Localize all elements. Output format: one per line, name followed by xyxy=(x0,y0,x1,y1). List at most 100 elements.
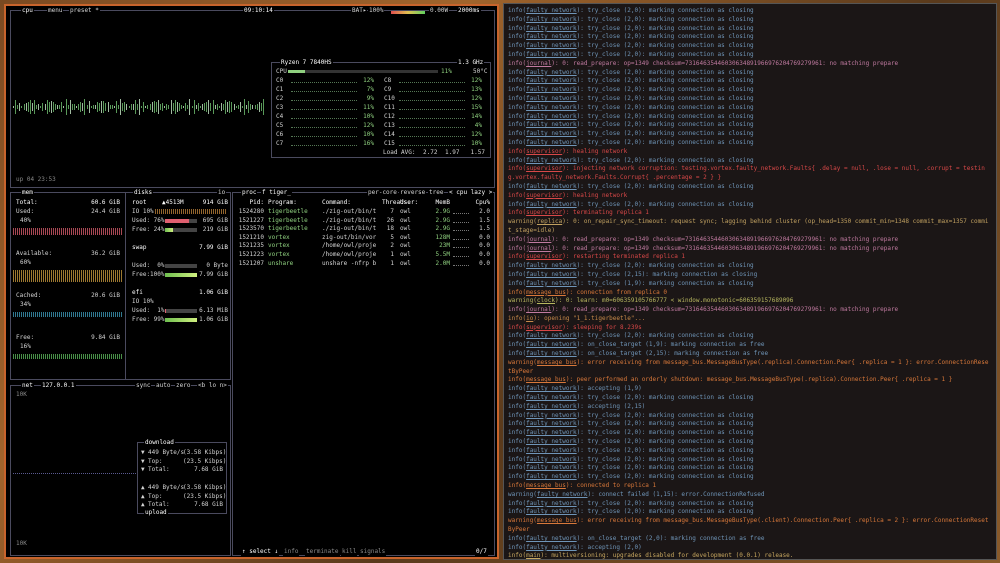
mem-panel: mem Total: 60.6 GiB Used: 24.4 GiB 40% Avai… xyxy=(10,189,231,380)
cpu-graph-bar xyxy=(71,104,73,110)
log-scope: faulty_network xyxy=(526,446,577,454)
proc-column-header[interactable]: Command: xyxy=(321,199,381,207)
sync-toggle[interactable]: sync xyxy=(135,382,152,390)
proc-row[interactable]: 1521210 vortex zig-out/bin/vor 5 owl 128M 0.0 xyxy=(233,234,493,242)
log-level: info xyxy=(508,324,526,331)
log-message: opening "1_1.tigerbeetle"... xyxy=(533,315,645,322)
log-message: 0: learn: m0=606359105766777 < window.mo… xyxy=(555,297,793,304)
log-scope: faulty_network xyxy=(526,420,577,428)
cpu-usage-graph xyxy=(13,91,268,123)
core-graph xyxy=(291,82,357,83)
cpu-model: Ryzen 7 7840HS xyxy=(280,59,333,67)
proc-row[interactable]: 1521223 vortex/home/owl/proje 1 owl 5.5M 0.0 xyxy=(233,251,493,259)
per-core-toggle[interactable]: per-core xyxy=(367,189,398,197)
log-level: info xyxy=(508,385,526,392)
cpu-graph-bar xyxy=(225,100,227,114)
cpu-title[interactable]: cpu xyxy=(21,7,34,15)
log-message: try_close (2,0): marking connection as c… xyxy=(577,104,754,111)
log-scope: message_bus xyxy=(526,288,566,296)
cpu-graph-bar xyxy=(19,103,21,111)
proc-cell: 1.5 xyxy=(479,216,490,224)
reverse-toggle[interactable]: reverse xyxy=(399,189,427,197)
select-hint[interactable]: ↑ select ↓ xyxy=(241,548,280,556)
proc-cell: 23M xyxy=(439,242,450,250)
net-up-icon: ▲ xyxy=(141,484,145,491)
proc-column-header[interactable]: User: xyxy=(399,199,419,207)
sort-selector[interactable]: < cpu lazy > xyxy=(448,189,494,197)
proc-cell: 1521223 xyxy=(238,251,264,258)
log-level: warning xyxy=(508,517,537,524)
proc-column-header[interactable]: MemB xyxy=(429,199,451,207)
proc-cell: 1523570 xyxy=(238,225,264,233)
cpu-graph-bar xyxy=(15,99,17,115)
interface-nav[interactable]: <b lo n> xyxy=(197,382,228,390)
cpu-graph-bar xyxy=(48,101,50,113)
disk-used-label: Used: 76% xyxy=(132,217,165,224)
proc-cell: 1 xyxy=(390,259,394,267)
cpu-total-percent: 11% xyxy=(441,68,452,75)
proc-title[interactable]: proc xyxy=(241,189,258,197)
log-level: info xyxy=(508,394,526,401)
log-level: warning xyxy=(508,491,537,498)
auto-toggle[interactable]: auto xyxy=(155,382,172,390)
core-percent: 10% xyxy=(471,140,482,147)
upload-title: upload xyxy=(144,509,168,517)
proc-cpu-graph xyxy=(453,247,469,249)
proc-row[interactable]: 1524280 tigerbeetle ./zig-out/bin/t 7 owl 2.9… xyxy=(233,208,493,216)
log-line: infofaulty_networktry_close (2,0): marki… xyxy=(508,447,992,456)
signals-button[interactable]: signals xyxy=(359,548,387,556)
log-level: info xyxy=(508,482,526,489)
tree-toggle[interactable]: tree xyxy=(428,189,445,197)
disks-title[interactable]: disks xyxy=(133,189,154,197)
update-interval[interactable]: 2000ms xyxy=(457,7,481,15)
core-label: C13 xyxy=(384,122,395,129)
log-line: infofaulty_networktry_close (2,15): mark… xyxy=(508,271,992,280)
log-scope: faulty_network xyxy=(526,138,577,146)
proc-column-header[interactable]: Cpu% xyxy=(473,199,491,207)
log-line: infofaulty_networktry_close (2,0): marki… xyxy=(508,456,992,465)
log-line: infofaulty_networktry_close (2,0): marki… xyxy=(508,104,992,113)
log-scope: faulty_network xyxy=(526,33,577,41)
menu-button[interactable]: menu xyxy=(47,7,64,15)
log-scope: faulty_network xyxy=(526,438,577,446)
zero-toggle[interactable]: zero xyxy=(175,382,192,390)
proc-column-header[interactable]: Pid: xyxy=(235,199,265,207)
proc-row[interactable]: 1523570 tigerbeetle ./zig-out/bin/t 18 owl 2.… xyxy=(233,225,493,233)
proc-row[interactable]: 1521235 vortex/home/owl/proje 2 owl 23M 0.0 xyxy=(233,242,493,250)
cpu-graph-bar xyxy=(73,104,75,110)
proc-column-header[interactable]: Threads: xyxy=(381,199,411,207)
log-line: infojournal0: read_prepare: op=1349 chec… xyxy=(508,60,992,69)
cpu-graph-bar xyxy=(187,104,189,110)
proc-column-header[interactable]: Program: xyxy=(267,199,317,207)
cpu-graph-bar xyxy=(250,104,252,110)
kill-button[interactable]: kill xyxy=(341,548,358,556)
cpu-graph-bar xyxy=(128,105,130,109)
log-scope: journal xyxy=(526,235,552,243)
log-line: infosupervisorterminating replica 1 xyxy=(508,209,992,218)
cpu-graph-bar xyxy=(31,103,33,111)
proc-row[interactable]: 1521227 tigerbeetle ./zig-out/bin/t 26 owl 2.… xyxy=(233,217,493,225)
proc-cell: vortex xyxy=(268,242,290,250)
log-message: try_close (2,0): marking connection as c… xyxy=(577,113,754,120)
log-level: info xyxy=(508,535,526,542)
log-terminal[interactable]: infofaulty_networktry_close (2,0): marki… xyxy=(503,3,997,560)
proc-row[interactable]: 1521207 unshare unshare -nfrp b 1 owl 2.0M 0.0 xyxy=(233,260,493,268)
log-level: info xyxy=(508,412,526,419)
log-scope: faulty_network xyxy=(526,15,577,23)
proc-cell: 5.5M xyxy=(435,251,450,258)
log-message: peer performed an orderly shutdown: mess… xyxy=(566,376,953,383)
preset-button[interactable]: preset * xyxy=(69,7,100,15)
core-label: C7 xyxy=(276,140,284,147)
disk-used-value: 0 Byte xyxy=(206,262,228,269)
io-tab[interactable]: io xyxy=(217,189,227,197)
info-button[interactable]: info xyxy=(283,548,300,556)
log-scope: faulty_network xyxy=(526,402,577,410)
terminate-button[interactable]: terminate xyxy=(305,548,340,556)
log-level: info xyxy=(508,192,526,199)
cpu-graph-bar xyxy=(126,104,128,110)
net-title[interactable]: net xyxy=(21,382,34,390)
mem-title[interactable]: mem xyxy=(21,189,34,197)
log-message: connect failed (1,15): error.ConnectionR… xyxy=(588,491,765,498)
disk-free-fill xyxy=(165,318,197,322)
proc-filter[interactable]: f tiger_ xyxy=(261,189,292,197)
